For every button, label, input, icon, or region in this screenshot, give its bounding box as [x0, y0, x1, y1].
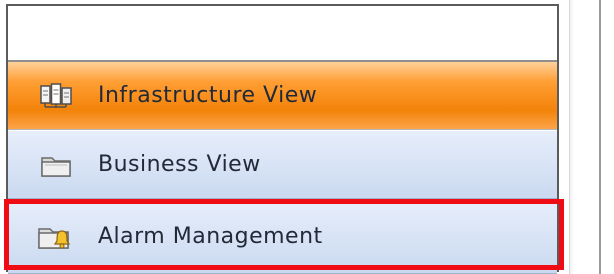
nav-item-business-view[interactable]: Business View	[8, 131, 557, 199]
nav-item-infrastructure-view[interactable]: Infrastructure View	[8, 62, 557, 130]
folder-icon	[34, 148, 78, 182]
network-devices-icon	[34, 79, 78, 113]
left-navigation-panel: Infrastructure View Business View Alarm …	[6, 4, 559, 274]
alarm-management-label: Alarm Management	[98, 224, 323, 249]
alarm-folder-icon	[34, 220, 78, 254]
right-panel-border	[599, 0, 601, 274]
blank-navigation-header	[8, 6, 557, 62]
nav-item-alarm-management[interactable]: Alarm Management	[8, 200, 557, 274]
window-splitter[interactable]	[569, 0, 574, 274]
navigation-screen: Infrastructure View Business View Alarm …	[0, 0, 614, 274]
infrastructure-view-label: Infrastructure View	[98, 83, 318, 108]
business-view-label: Business View	[98, 152, 261, 177]
